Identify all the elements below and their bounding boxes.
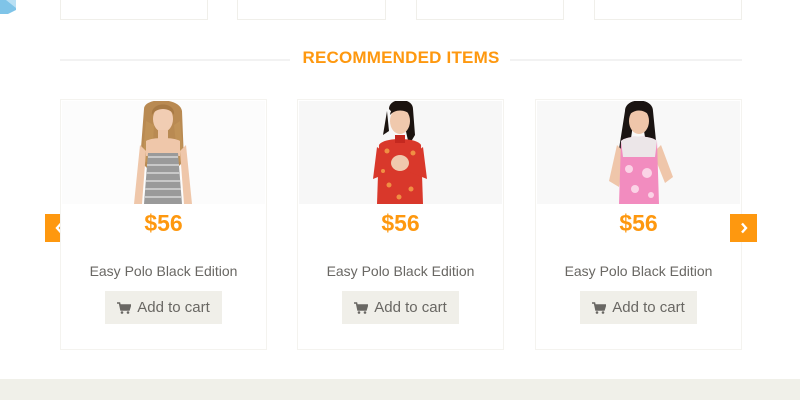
add-to-cart-button[interactable]: Add to cart <box>342 291 459 324</box>
add-to-cart-button[interactable]: Add to cart <box>105 291 222 324</box>
add-to-cart-button[interactable]: Add to cart <box>580 291 697 324</box>
product-price: $56 <box>144 210 183 236</box>
product-name: Easy Polo Black Edition <box>89 263 238 279</box>
recommended-section-header: RECOMMENDED ITEMS <box>60 44 742 74</box>
add-to-cart-label: Add to cart <box>612 299 685 316</box>
product-name: Easy Polo Black Edition <box>564 263 713 279</box>
previous-row-card <box>594 0 742 20</box>
product-card: $56 Easy Polo Black Edition Add to cart <box>297 99 504 350</box>
section-title: RECOMMENDED ITEMS <box>302 48 500 67</box>
product-card: $56 Easy Polo Black Edition Add to cart <box>60 99 267 350</box>
footer-band <box>0 379 800 400</box>
product-image[interactable] <box>62 101 265 204</box>
product-name: Easy Polo Black Edition <box>326 263 475 279</box>
shopping-cart-icon <box>354 301 369 314</box>
product-price: $56 <box>381 210 420 236</box>
add-to-cart-label: Add to cart <box>137 299 210 316</box>
product-image[interactable] <box>537 101 740 204</box>
shopping-cart-icon <box>117 301 132 314</box>
previous-row-card <box>237 0 386 20</box>
chevron-right-icon <box>740 222 748 234</box>
product-image[interactable] <box>299 101 502 204</box>
partial-image-corner <box>0 0 16 14</box>
previous-row-card <box>60 0 208 20</box>
product-price: $56 <box>619 210 658 236</box>
product-card: $56 Easy Polo Black Edition Add to cart <box>535 99 742 350</box>
carousel-next-button[interactable] <box>730 214 757 242</box>
add-to-cart-label: Add to cart <box>374 299 447 316</box>
shopping-cart-icon <box>592 301 607 314</box>
previous-row-card <box>416 0 564 20</box>
